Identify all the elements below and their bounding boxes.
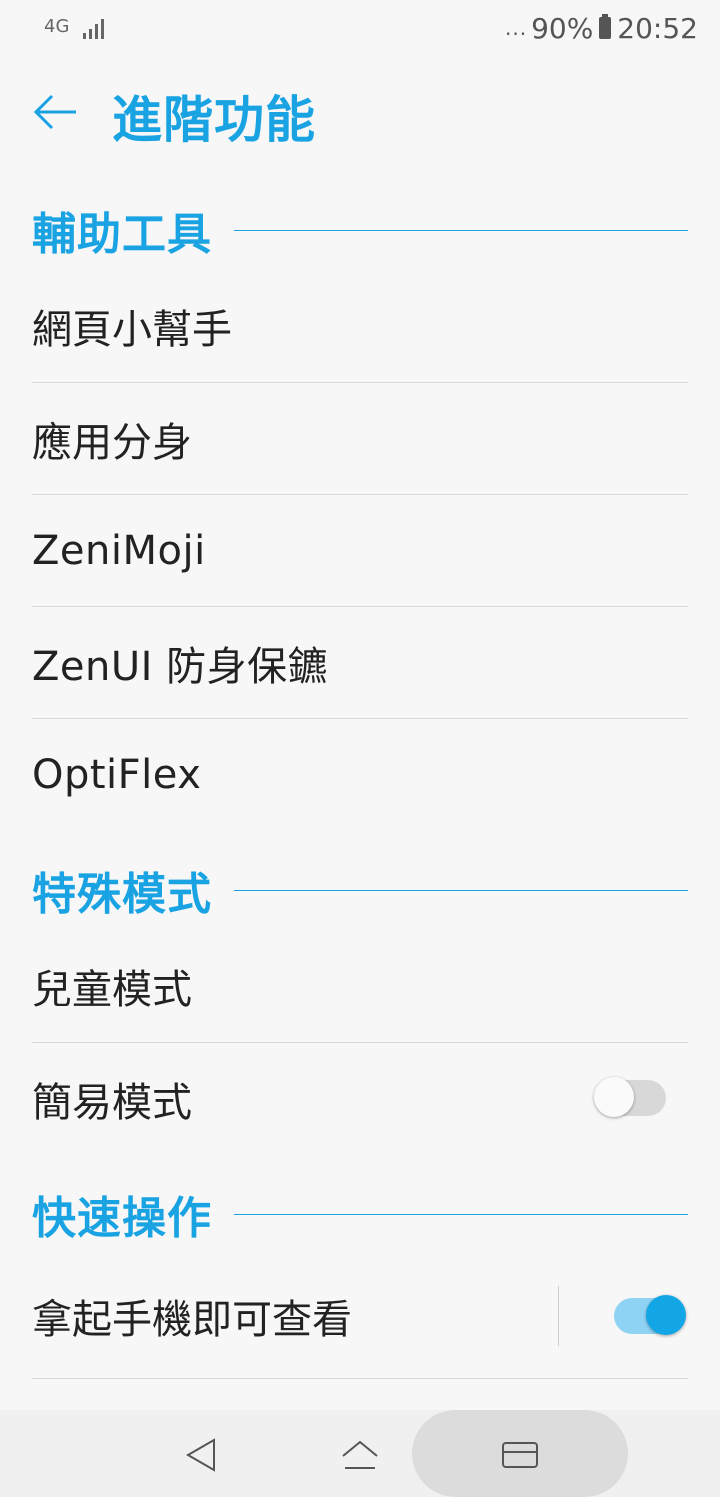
page-title: 進階功能	[112, 91, 316, 149]
recents-icon	[502, 1442, 538, 1468]
status-right: ... 90% 20:52	[505, 12, 698, 45]
battery-percent: 90%	[531, 11, 594, 45]
list-item-app-twin[interactable]: 應用分身	[32, 383, 688, 495]
section-title: 輔助工具	[32, 209, 212, 260]
signal-icon	[83, 17, 105, 39]
list-item-label: 簡易模式	[32, 1080, 192, 1126]
section-divider	[234, 1213, 688, 1215]
status-left: 4G	[44, 15, 105, 39]
list-item-zenimoji[interactable]: ZeniMoji	[32, 495, 688, 607]
battery-icon	[599, 14, 612, 39]
home-icon	[342, 1440, 378, 1469]
list-item-label: OptiFlex	[32, 752, 202, 798]
arrow-left-icon	[33, 94, 76, 130]
notification-dots: ...	[504, 16, 528, 40]
status-bar: 4G ... 90% 20:52	[0, 0, 720, 56]
list-item-kids-mode[interactable]: 兒童模式	[32, 930, 688, 1042]
nav-recents-button[interactable]	[495, 1430, 545, 1480]
list-item-label: 應用分身	[32, 420, 192, 466]
section-title: 快速操作	[32, 1193, 212, 1244]
section-title: 特殊模式	[32, 869, 212, 920]
list-item-optiflex[interactable]: OptiFlex	[32, 719, 688, 831]
list-item-label: 兒童模式	[32, 967, 192, 1013]
list-item-label: 拿起手機即可查看	[32, 1297, 352, 1343]
list-item-label: 網頁小幫手	[32, 307, 232, 353]
easy-mode-toggle[interactable]	[594, 1077, 666, 1117]
list-item-zenui-safeguard[interactable]: ZenUI 防身保鑣	[32, 607, 688, 719]
network-type: 4G	[44, 15, 70, 37]
section-divider	[234, 889, 688, 891]
list-item-raise-to-view[interactable]: 拿起手機即可查看	[32, 1260, 688, 1372]
section-divider	[234, 229, 688, 231]
clock: 20:52	[617, 11, 698, 45]
list-item-label: ZeniMoji	[32, 528, 206, 574]
app-bar: 進階功能	[0, 70, 720, 160]
back-button[interactable]	[26, 82, 86, 142]
toggle-knob	[646, 1295, 686, 1335]
nav-home-button[interactable]	[335, 1430, 385, 1480]
section-header-quick-actions: 快速操作	[32, 1184, 688, 1244]
toggle-knob	[594, 1077, 634, 1117]
list-item-easy-mode[interactable]: 簡易模式	[32, 1043, 688, 1155]
vertical-separator	[558, 1286, 559, 1346]
row-divider	[32, 1378, 688, 1379]
section-header-tools: 輔助工具	[32, 200, 688, 260]
raise-to-view-toggle[interactable]	[614, 1295, 686, 1335]
list-item-web-helper[interactable]: 網頁小幫手	[32, 270, 688, 382]
navigation-bar	[0, 1410, 720, 1497]
list-item-label: ZenUI 防身保鑣	[32, 644, 329, 690]
section-header-special-modes: 特殊模式	[32, 860, 688, 920]
nav-back-button[interactable]	[178, 1430, 228, 1480]
triangle-back-icon	[185, 1438, 215, 1472]
